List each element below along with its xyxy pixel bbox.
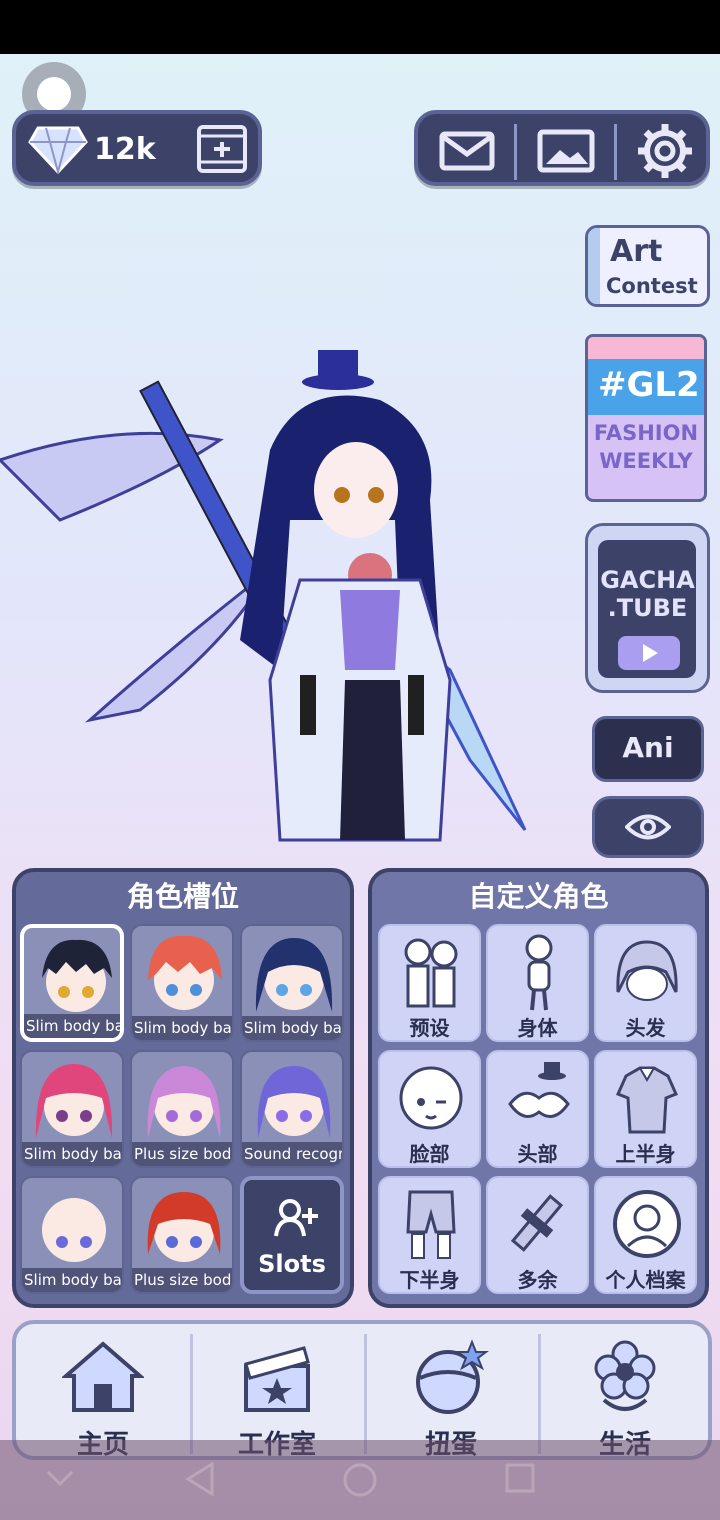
character-slot-4[interactable]: Slim body bas [20, 1050, 124, 1168]
category-label: 上半身 [615, 1142, 676, 1166]
slot-label: Slim body bas [24, 1014, 120, 1038]
character-slot-2[interactable]: Slim body bas [130, 924, 234, 1042]
category-face[interactable]: 脸部 [378, 1050, 481, 1168]
category-label: 下半身 [399, 1268, 460, 1292]
character-slot-8[interactable]: Plus size body [130, 1176, 234, 1294]
upper-body-icon [615, 1066, 679, 1134]
extra-icon [510, 1194, 564, 1252]
character-slot-3[interactable]: Slim body bas [240, 924, 344, 1042]
category-label: 头发 [625, 1016, 666, 1040]
category-preset[interactable]: 预设 [378, 924, 481, 1042]
home-circle-icon[interactable] [342, 1462, 378, 1498]
head-accessory-icon [508, 1062, 570, 1118]
slot-label: Slim body bas [22, 1142, 122, 1166]
back-icon[interactable] [184, 1462, 216, 1496]
art-contest-button[interactable]: Art Contest [585, 225, 710, 307]
category-label: 脸部 [409, 1142, 450, 1166]
character-thumbnail [147, 1192, 221, 1262]
gacha-tube-button[interactable]: GACHA .TUBE [585, 523, 710, 693]
system-navigation-bar [0, 1440, 720, 1520]
recent-apps-icon[interactable] [504, 1462, 536, 1494]
flower-icon [594, 1340, 656, 1411]
slot-label: Plus size body [132, 1142, 232, 1166]
category-label: 头部 [517, 1142, 558, 1166]
category-head[interactable]: 头部 [486, 1050, 589, 1168]
character-slot-6[interactable]: Sound recogn [240, 1050, 344, 1168]
art-contest-subtitle: Contest [606, 274, 698, 298]
house-icon [62, 1341, 144, 1412]
status-bar [0, 0, 720, 54]
category-label: 预设 [409, 1016, 450, 1040]
profile-icon [613, 1190, 681, 1258]
gem-count: 12k [94, 132, 156, 167]
character-thumbnail [148, 935, 222, 1010]
slot-label: Slim body bas [132, 1016, 232, 1040]
character-thumbnail [257, 1066, 331, 1138]
hair-icon [616, 940, 678, 1001]
gacha-label: GACHA [600, 566, 695, 594]
category-label: 身体 [517, 1016, 558, 1040]
lower-body-icon [406, 1190, 456, 1259]
tube-label: .TUBE [607, 594, 688, 622]
clapperboard-icon [244, 1346, 310, 1412]
add-gems-button[interactable] [196, 124, 248, 174]
customize-panel-title: 自定义角色 [468, 880, 609, 913]
body-icon [525, 934, 553, 1011]
currency-bar: 12k [12, 110, 262, 186]
character-thumbnail [42, 1198, 106, 1262]
bottom-navigation: 主页 工作室 扭蛋 生活 [12, 1320, 712, 1460]
slot-label: Slim body bas [242, 1016, 342, 1040]
add-slots-button[interactable]: Slots [240, 1176, 344, 1294]
chevron-down-icon[interactable] [46, 1470, 74, 1488]
character-thumbnail [255, 938, 333, 1012]
play-icon [618, 636, 680, 670]
category-profile[interactable]: 个人档案 [594, 1176, 697, 1294]
gl2-tag: #GL2 [598, 365, 700, 405]
slot-label: Slim body bas [22, 1268, 122, 1292]
fashion-label: FASHION [593, 421, 699, 445]
character-thumbnail [147, 1066, 221, 1138]
slot-label: Plus size body [132, 1268, 232, 1292]
preset-icon [404, 938, 458, 1008]
art-contest-title: Art [610, 234, 663, 269]
eye-icon[interactable] [592, 796, 704, 858]
diamond-icon [28, 126, 88, 174]
slot-label: Sound recogn [242, 1142, 342, 1166]
category-lower-body[interactable]: 下半身 [378, 1176, 481, 1294]
character-thumbnail [35, 1064, 113, 1138]
mail-icon[interactable] [438, 122, 496, 178]
top-toolbar [414, 110, 710, 186]
category-hair[interactable]: 头发 [594, 924, 697, 1042]
category-upper-body[interactable]: 上半身 [594, 1050, 697, 1168]
face-icon [399, 1066, 463, 1130]
add-user-icon [274, 1199, 318, 1237]
gacha-egg-icon [416, 1339, 489, 1414]
animation-button[interactable]: Ani [592, 716, 704, 782]
settings-gear-icon[interactable] [636, 122, 694, 180]
character-thumbnail [42, 939, 112, 1012]
add-slots-label: Slots [258, 1250, 326, 1278]
slots-panel-title: 角色槽位 [126, 880, 239, 913]
character-slot-5[interactable]: Plus size body [130, 1050, 234, 1168]
gallery-icon[interactable] [536, 122, 596, 178]
category-extra[interactable]: 多余 [486, 1176, 589, 1294]
category-label: 多余 [517, 1268, 558, 1292]
weekly-label: WEEKLY [599, 449, 693, 473]
category-label: 个人档案 [605, 1268, 686, 1292]
character-slot-7[interactable]: Slim body bas [20, 1176, 124, 1294]
character-slot-1[interactable]: Slim body bas [20, 924, 124, 1042]
fashion-weekly-button[interactable]: #GL2 FASHION WEEKLY [585, 334, 707, 502]
character-preview[interactable] [0, 340, 560, 880]
category-body[interactable]: 身体 [486, 924, 589, 1042]
